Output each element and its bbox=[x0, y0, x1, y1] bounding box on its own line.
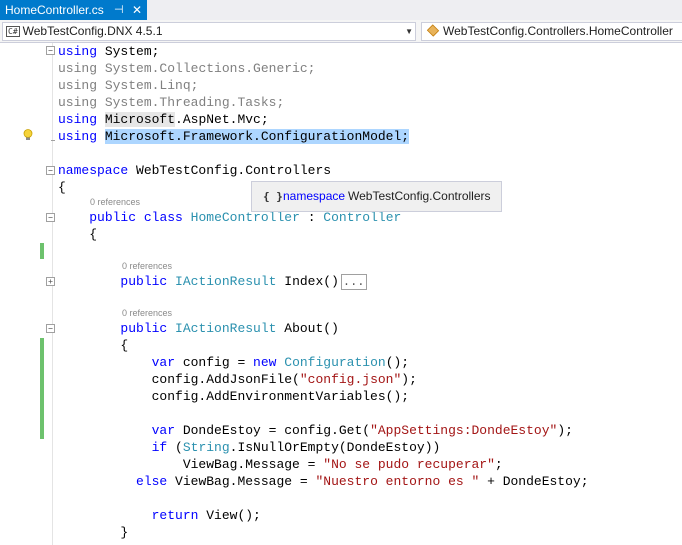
code-line: var DondeEstoy = config.Get("AppSettings… bbox=[151, 423, 573, 438]
code-line: public IActionResult Index()... bbox=[120, 274, 367, 290]
codelens-references[interactable]: 0 references bbox=[122, 261, 172, 271]
tooltip-name: WebTestConfig.Controllers bbox=[348, 189, 491, 203]
code-line: return View(); bbox=[151, 508, 261, 523]
code-line: else ViewBag.Message = "Nuestro entorno … bbox=[136, 474, 589, 489]
code-line: config.AddEnvironmentVariables(); bbox=[151, 389, 410, 404]
code-line: public IActionResult About() bbox=[120, 321, 339, 336]
code-line: using System.Linq; bbox=[58, 78, 199, 93]
collapse-icon[interactable]: − bbox=[46, 46, 55, 55]
code-line: { bbox=[120, 338, 129, 353]
project-label: WebTestConfig.DNX 4.5.1 bbox=[22, 24, 163, 38]
code-line: using System; bbox=[58, 44, 160, 59]
tab-title: HomeController.cs bbox=[5, 3, 104, 17]
collapse-icon[interactable]: − bbox=[46, 213, 55, 222]
code-line: using Microsoft.AspNet.Mvc; bbox=[58, 112, 269, 127]
tab-homecontroller[interactable]: HomeController.cs ⊣ ✕ bbox=[0, 0, 147, 20]
close-icon[interactable]: ✕ bbox=[132, 0, 142, 20]
csharp-project-icon: C# bbox=[6, 26, 20, 37]
code-line: { bbox=[58, 180, 66, 195]
document-tab-bar: HomeController.cs ⊣ ✕ bbox=[0, 0, 682, 20]
quickinfo-tooltip: { } namespace WebTestConfig.Controllers bbox=[251, 181, 502, 212]
change-marker bbox=[40, 243, 44, 259]
project-dropdown[interactable]: C# WebTestConfig.DNX 4.5.1 ▼ bbox=[2, 22, 416, 41]
collapsed-region[interactable]: ... bbox=[340, 274, 367, 290]
code-line: if (String.IsNullOrEmpty(DondeEstoy)) bbox=[151, 440, 441, 455]
code-line: } bbox=[120, 525, 129, 540]
change-marker bbox=[40, 338, 44, 439]
lightbulb-icon[interactable] bbox=[23, 129, 33, 141]
code-line: { bbox=[89, 227, 98, 242]
codelens-references[interactable]: 0 references bbox=[90, 197, 140, 207]
tooltip-keyword: namespace bbox=[283, 189, 346, 203]
chevron-down-icon[interactable]: ▼ bbox=[405, 23, 413, 40]
codelens-references[interactable]: 0 references bbox=[122, 308, 172, 318]
outline-margin bbox=[52, 43, 53, 545]
code-line-selected: using Microsoft.Framework.ConfigurationM… bbox=[58, 129, 410, 144]
code-line: var config = new Configuration(); bbox=[151, 355, 410, 370]
expand-icon[interactable]: + bbox=[46, 277, 55, 286]
fold-end-marker bbox=[51, 140, 55, 141]
type-label: WebTestConfig.Controllers.HomeController bbox=[443, 24, 673, 38]
code-line: using System.Threading.Tasks; bbox=[58, 95, 285, 110]
pin-icon[interactable]: ⊣ bbox=[114, 0, 124, 20]
navigation-bar: C# WebTestConfig.DNX 4.5.1 ▼ WebTestConfi… bbox=[0, 20, 682, 43]
code-line: namespace WebTestConfig.Controllers bbox=[58, 163, 332, 178]
collapse-icon[interactable]: − bbox=[46, 166, 55, 175]
class-icon bbox=[426, 24, 440, 37]
type-dropdown[interactable]: WebTestConfig.Controllers.HomeController bbox=[421, 22, 682, 41]
collapse-icon[interactable]: − bbox=[46, 324, 55, 333]
code-line: ViewBag.Message = "No se pudo recuperar"… bbox=[182, 457, 503, 472]
code-line: using System.Collections.Generic; bbox=[58, 61, 316, 76]
code-line: config.AddJsonFile("config.json"); bbox=[151, 372, 417, 387]
namespace-icon: { } bbox=[263, 190, 283, 203]
